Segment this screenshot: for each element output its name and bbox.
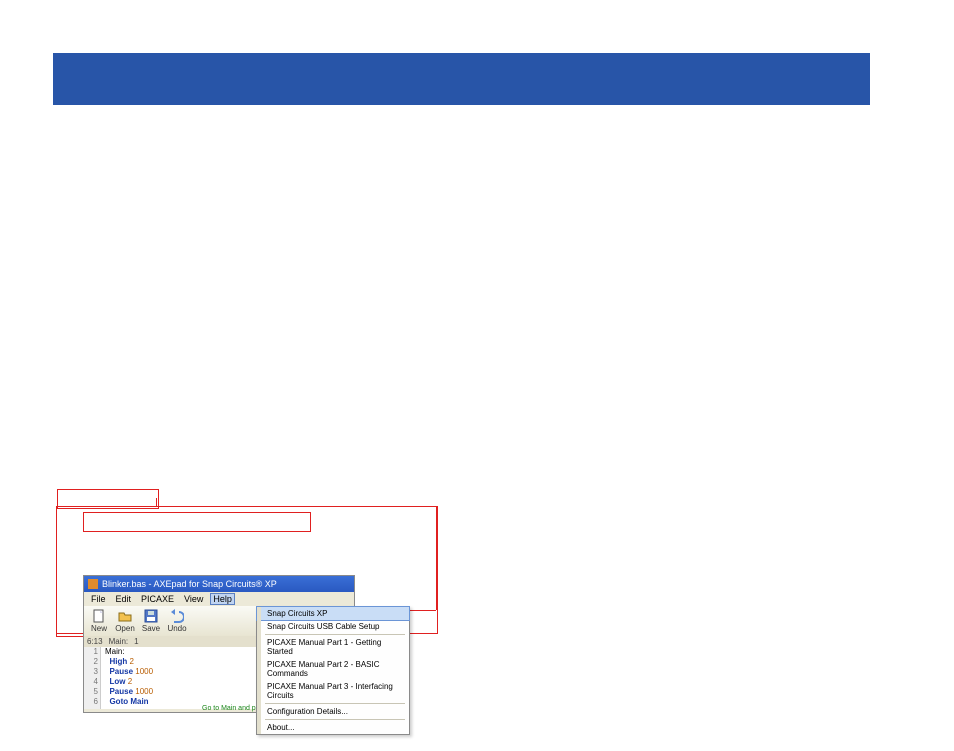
menu-file[interactable]: File bbox=[88, 594, 109, 604]
help-snap-circuits-xp[interactable]: Snap Circuits XP bbox=[256, 606, 410, 621]
code-arg: 2 bbox=[128, 677, 132, 686]
menu-picaxe[interactable]: PICAXE bbox=[138, 594, 177, 604]
menu-separator bbox=[265, 703, 405, 704]
line-number: 3 bbox=[84, 667, 98, 677]
code-kw: Pause bbox=[109, 687, 133, 696]
toolbar-save-label: Save bbox=[142, 624, 160, 633]
toolbar-undo-label: Undo bbox=[167, 624, 186, 633]
code-text: Main: High 2 Pause 1000 Low 2 Pause 1000… bbox=[101, 647, 153, 709]
toolbar-open-label: Open bbox=[115, 624, 135, 633]
toolbar-save[interactable]: Save bbox=[139, 607, 163, 635]
toolbar-new[interactable]: New bbox=[87, 607, 111, 635]
toolbar-undo[interactable]: Undo bbox=[165, 607, 189, 635]
status-indent: 1 bbox=[134, 637, 138, 646]
help-manual-2[interactable]: PICAXE Manual Part 2 - BASIC Commands bbox=[257, 658, 409, 680]
menu-edit[interactable]: Edit bbox=[113, 594, 135, 604]
callout-connector-right-v bbox=[436, 506, 437, 610]
menu-separator bbox=[265, 634, 405, 635]
code-kw: Pause bbox=[109, 667, 133, 676]
line-number: 6 bbox=[84, 697, 98, 707]
help-manual-3[interactable]: PICAXE Manual Part 3 - Interfacing Circu… bbox=[257, 680, 409, 702]
callout-connector-left-v bbox=[56, 506, 57, 636]
window-title: Blinker.bas - AXEpad for Snap Circuits® … bbox=[102, 579, 277, 589]
callout-connector-1 bbox=[156, 498, 157, 506]
code-arg: 1000 bbox=[135, 687, 153, 696]
undo-icon bbox=[170, 609, 184, 623]
page: Blinker.bas - AXEpad for Snap Circuits® … bbox=[0, 0, 954, 751]
help-about[interactable]: About... bbox=[257, 721, 409, 734]
menu-separator bbox=[265, 719, 405, 720]
new-icon bbox=[92, 609, 106, 623]
app-window: Blinker.bas - AXEpad for Snap Circuits® … bbox=[83, 575, 355, 713]
menu-gutter bbox=[257, 607, 261, 734]
help-manual-1[interactable]: PICAXE Manual Part 1 - Getting Started bbox=[257, 636, 409, 658]
save-icon bbox=[144, 609, 158, 623]
open-icon bbox=[118, 609, 132, 623]
code-kw: Goto Main bbox=[109, 697, 148, 706]
code-kw: Low bbox=[109, 677, 125, 686]
help-dropdown: Snap Circuits XP Snap Circuits USB Cable… bbox=[256, 606, 410, 735]
line-number: 4 bbox=[84, 677, 98, 687]
help-usb-cable[interactable]: Snap Circuits USB Cable Setup bbox=[257, 620, 409, 633]
line-number: 1 bbox=[84, 647, 98, 657]
line-number: 2 bbox=[84, 657, 98, 667]
toolbar-open[interactable]: Open bbox=[113, 607, 137, 635]
menu-view[interactable]: View bbox=[181, 594, 206, 604]
line-number: 5 bbox=[84, 687, 98, 697]
app-icon bbox=[88, 579, 98, 589]
toolbar-new-label: New bbox=[91, 624, 107, 633]
blue-banner bbox=[53, 53, 870, 105]
status-label: Main: bbox=[109, 637, 129, 646]
menubar: File Edit PICAXE View Help bbox=[84, 592, 354, 606]
titlebar: Blinker.bas - AXEpad for Snap Circuits® … bbox=[84, 576, 354, 592]
code-kw: High bbox=[109, 657, 127, 666]
code-arg: 1000 bbox=[135, 667, 153, 676]
callout-box-small bbox=[57, 489, 159, 509]
menu-help[interactable]: Help bbox=[210, 593, 235, 605]
line-gutter: 1 2 3 4 5 6 bbox=[84, 647, 101, 709]
help-config-details[interactable]: Configuration Details... bbox=[257, 705, 409, 718]
code-arg: 2 bbox=[129, 657, 133, 666]
status-pos: 6:13 bbox=[87, 637, 103, 646]
callout-box-wide bbox=[83, 512, 311, 532]
code-label: Main: bbox=[105, 647, 125, 656]
